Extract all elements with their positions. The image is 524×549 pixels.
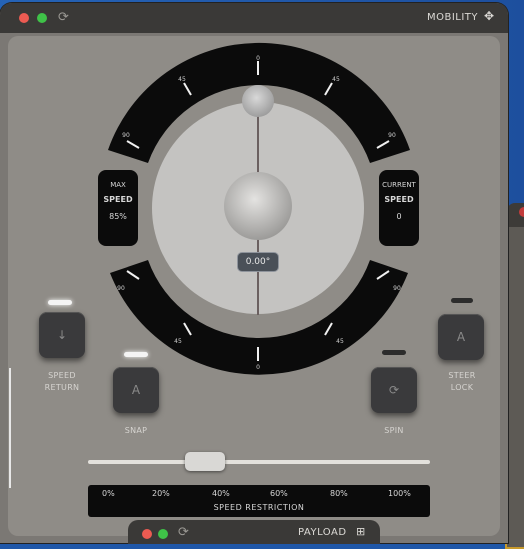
close-dot-icon[interactable] — [519, 207, 524, 217]
spin-button[interactable]: ⟳ — [371, 367, 417, 413]
speed-return-label-line1: SPEED — [48, 371, 76, 380]
current-speed-box: CURRENT SPEED 0 — [379, 170, 419, 246]
speed-return-label-line2: RETURN — [44, 383, 80, 392]
max-speed-caption: SPEED — [103, 195, 133, 204]
tick-label: 0 — [256, 55, 260, 62]
spin-label: SPIN — [384, 426, 404, 435]
speed-slider-track[interactable] — [88, 460, 430, 464]
mobility-window: ⟳ MOBILITY ✥ 0 45 45 90 90 0 45 45 90 90… — [0, 3, 508, 543]
background-window-titlebar — [507, 203, 524, 227]
tick-label: 90 — [117, 285, 125, 292]
scale-tick-label: 100% — [388, 489, 411, 498]
tick-label: 45 — [174, 338, 182, 345]
payload-title: PAYLOAD — [298, 527, 347, 538]
steer-lock-led — [451, 298, 473, 303]
spin-led — [382, 350, 406, 355]
tick-label: 90 — [393, 285, 401, 292]
steer-lock-label-line1: STEER — [448, 371, 476, 380]
max-speed-box: MAX SPEED 85% — [98, 170, 138, 246]
tick-label: 45 — [178, 76, 186, 83]
speed-restriction-title: SPEED RESTRICTION — [213, 503, 305, 512]
steer-lock-label: STEER LOCK — [430, 370, 494, 394]
speed-restriction-scale: 0% 20% 40% 60% 80% 100% SPEED RESTRICTIO… — [88, 485, 430, 517]
scale-tick-label: 20% — [152, 489, 170, 498]
speed-return-button[interactable]: ↓ — [39, 312, 85, 358]
dial-hub — [224, 172, 292, 240]
tick-label: 45 — [336, 338, 344, 345]
arrow-down-icon: ↓ — [56, 328, 68, 342]
scale-tick-label: 0% — [102, 489, 115, 498]
snap-led — [124, 352, 148, 357]
payload-reload-icon[interactable]: ⟳ — [178, 525, 189, 540]
dial-knob — [242, 85, 274, 117]
tick-label: 45 — [332, 76, 340, 83]
steer-lock-label-line2: LOCK — [450, 383, 474, 392]
payload-window-titlebar[interactable]: ⟳ PAYLOAD ⊞ — [128, 520, 380, 544]
steer-lock-button[interactable]: A — [438, 314, 484, 360]
snap-label: SNAP — [124, 426, 148, 435]
payload-close-button[interactable] — [142, 529, 152, 539]
current-speed-caption: SPEED — [384, 195, 414, 204]
scale-tick-label: 60% — [270, 489, 288, 498]
lock-icon: A — [456, 330, 466, 344]
speed-return-label: SPEED RETURN — [30, 370, 94, 394]
spin-icon: ⟳ — [388, 383, 400, 397]
scale-tick-label: 40% — [212, 489, 230, 498]
heading-readout: 0.00° — [237, 252, 279, 272]
max-speed-label: MAX — [110, 181, 126, 189]
tick-label: 90 — [388, 132, 396, 139]
current-speed-label: CURRENT — [382, 181, 416, 189]
left-edge-marker — [9, 368, 11, 488]
scale-tick-label: 80% — [330, 489, 348, 498]
payload-maximize-button[interactable] — [158, 529, 168, 539]
tick-label: 0 — [256, 364, 260, 371]
grid-icon[interactable]: ⊞ — [356, 525, 365, 538]
snap-button[interactable]: A — [113, 367, 159, 413]
speed-slider-thumb[interactable] — [184, 452, 225, 471]
speed-return-led — [48, 300, 72, 305]
current-speed-value: 0 — [396, 212, 402, 221]
snap-icon: A — [131, 383, 141, 397]
tick-label: 90 — [122, 132, 130, 139]
max-speed-value: 85% — [109, 212, 127, 221]
